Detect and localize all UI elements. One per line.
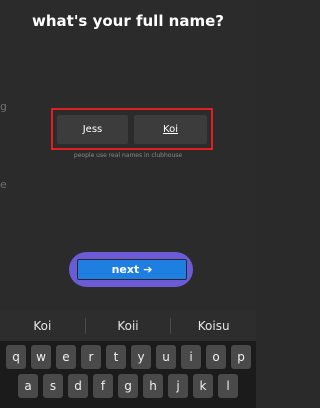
- key-y[interactable]: y: [131, 345, 151, 369]
- key-u[interactable]: u: [156, 345, 176, 369]
- first-name-field[interactable]: Jess: [57, 115, 128, 144]
- key-s[interactable]: s: [43, 374, 63, 398]
- name-fields-highlight: Jess Koi: [51, 108, 213, 150]
- page-title: what's your full name?: [32, 12, 224, 30]
- key-o[interactable]: o: [206, 345, 226, 369]
- first-name-value: Jess: [82, 124, 103, 135]
- key-q[interactable]: q: [6, 345, 26, 369]
- key-k[interactable]: k: [193, 374, 213, 398]
- key-a[interactable]: a: [18, 374, 38, 398]
- suggestion-item[interactable]: Koisu: [171, 319, 256, 333]
- on-screen-keyboard: q w e r t y u i o p a s d f g h j k l: [0, 341, 256, 408]
- next-button-label: next: [111, 263, 140, 276]
- key-r[interactable]: r: [81, 345, 101, 369]
- next-button-highlight: next ➔: [69, 252, 193, 287]
- key-i[interactable]: i: [181, 345, 201, 369]
- suggestion-item[interactable]: Koii: [86, 319, 171, 333]
- background-edge-mark: e: [0, 178, 7, 191]
- arrow-right-icon: ➔: [143, 263, 153, 276]
- name-entry-screen: what's your full name? g e Jess Koi peop…: [0, 0, 256, 408]
- background-edge-mark: g: [0, 100, 7, 113]
- suggestion-item[interactable]: Koi: [0, 319, 85, 333]
- key-h[interactable]: h: [143, 374, 163, 398]
- name-hint: people use real names in clubhouse: [73, 152, 183, 159]
- key-e[interactable]: e: [56, 345, 76, 369]
- next-button[interactable]: next ➔: [75, 257, 189, 282]
- last-name-value: Koi: [163, 124, 178, 135]
- key-j[interactable]: j: [168, 374, 188, 398]
- keyboard-suggestion-bar: Koi Koii Koisu: [0, 311, 256, 341]
- key-g[interactable]: g: [118, 374, 138, 398]
- last-name-field[interactable]: Koi: [134, 115, 207, 144]
- key-f[interactable]: f: [93, 374, 113, 398]
- key-l[interactable]: l: [218, 374, 238, 398]
- key-d[interactable]: d: [68, 374, 88, 398]
- key-p[interactable]: p: [231, 345, 251, 369]
- key-t[interactable]: t: [106, 345, 126, 369]
- key-w[interactable]: w: [31, 345, 51, 369]
